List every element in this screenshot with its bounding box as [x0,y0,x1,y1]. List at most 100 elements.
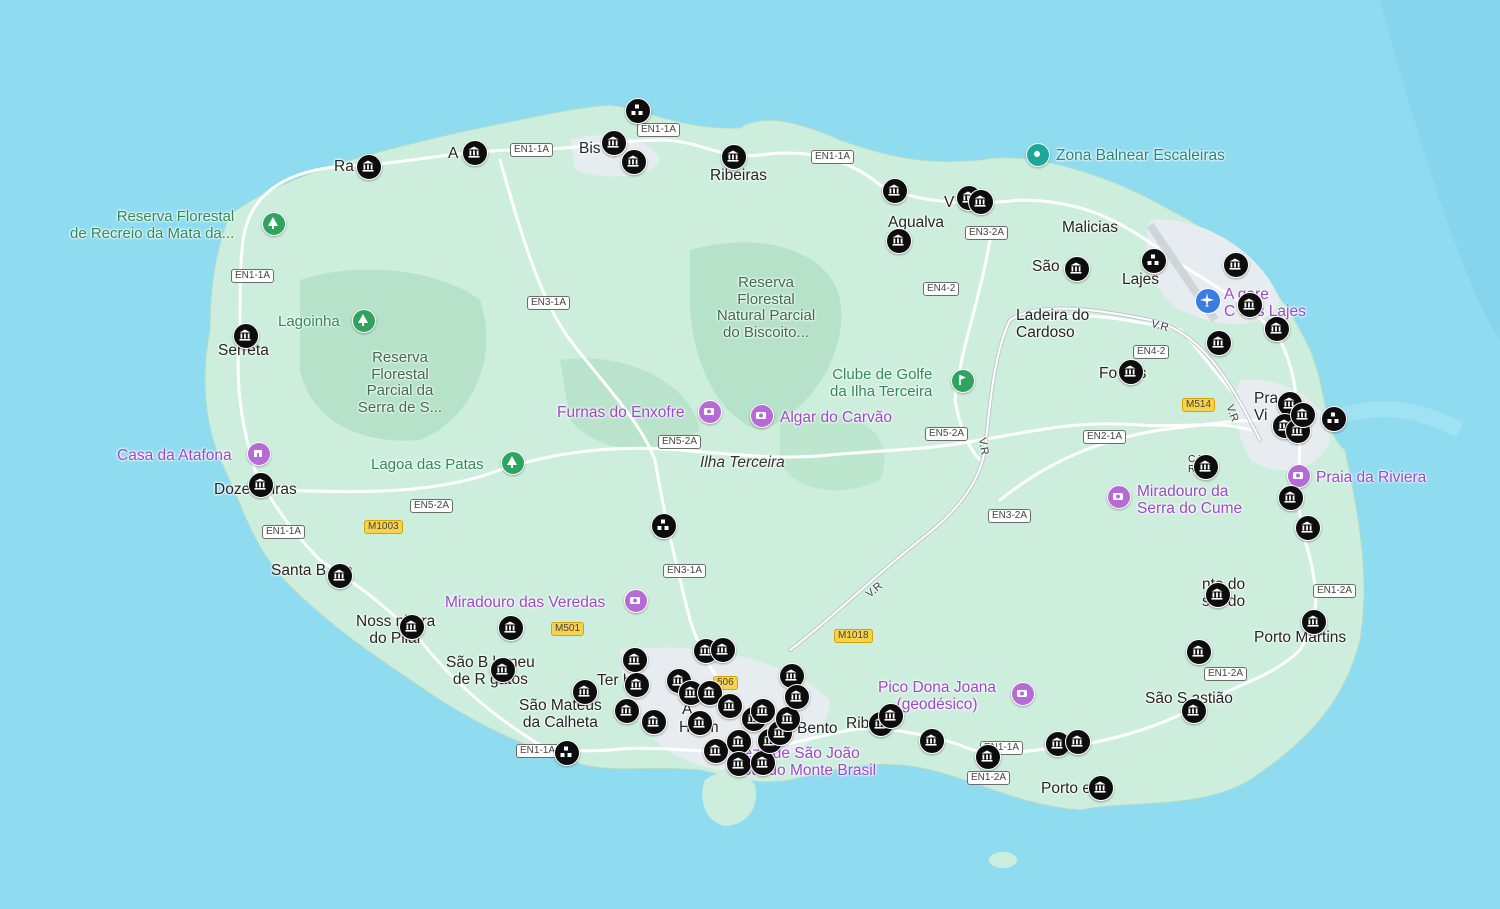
museum-icon[interactable] [248,472,274,498]
camera-icon[interactable] [1107,485,1131,509]
label-serra-santa-barbara[interactable]: Reserva Florestal Parcial da Serra de S.… [352,349,448,416]
museum-icon[interactable] [1278,485,1304,511]
fort-icon[interactable] [625,98,651,124]
label-mata-serreta[interactable]: Reserva Florestal de Recreio da Mata da.… [70,208,234,242]
museum-icon[interactable] [572,679,598,705]
label-line: Ribeiras [710,166,767,184]
pin-dot-icon[interactable] [1026,143,1050,167]
town-ladeira-cardoso[interactable]: Ladeira do Cardoso [1016,307,1090,341]
museum-icon[interactable] [717,693,743,719]
fort-icon[interactable] [554,740,580,766]
airplane-icon[interactable] [1195,288,1221,314]
road-shield-municipal: M1003 [364,520,403,534]
museum-icon[interactable] [1295,515,1321,541]
museum-icon[interactable] [1237,292,1263,318]
label-biscoito-reserve[interactable]: Reserva Florestal Natural Parcial do Bis… [706,274,826,341]
label-algar-carvao[interactable]: Algar do Carvão [780,409,892,427]
museum-icon[interactable] [968,189,994,215]
tree-icon[interactable] [352,309,376,333]
museum-icon[interactable] [750,750,776,776]
label-zona-balnear[interactable]: Zona Balnear Escaleiras [1056,147,1225,165]
museum-icon[interactable] [1301,609,1327,635]
museum-icon[interactable] [710,637,736,663]
museum-icon[interactable] [1118,359,1144,385]
label-lagoinha[interactable]: Lagoinha [278,313,340,331]
map-canvas[interactable]: Reserva Florestal de Recreio da Mata da.… [0,0,1500,909]
road-shield: EN3-1A [663,564,707,578]
museum-icon[interactable] [621,149,647,175]
museum-icon[interactable] [1193,454,1219,480]
museum-icon[interactable] [882,178,908,204]
museum-icon[interactable] [490,657,516,683]
camera-icon[interactable] [624,589,648,613]
label-furnas-enxofre[interactable]: Furnas do Enxofre [557,404,685,422]
museum-icon[interactable] [1206,330,1232,356]
museum-icon[interactable] [356,154,382,180]
town-sao-bento[interactable]: Bento [797,720,838,738]
road-shield: EN1-2A [1313,584,1357,598]
label-clube-golfe[interactable]: Clube de Golfe da Ilha Terceira [830,366,933,400]
road-shield: EN4-2 [923,282,960,296]
label-line: Ladeira do [1016,307,1090,324]
museum-icon[interactable] [399,614,425,640]
road-shield: EN5-2A [410,499,454,513]
museum-icon[interactable] [919,728,945,754]
museum-icon[interactable] [878,703,904,729]
label-line: Clube de Golfe [832,366,933,383]
camera-icon[interactable] [750,404,774,428]
fort-icon[interactable] [651,513,677,539]
museum-icon[interactable] [1290,402,1316,428]
museum-icon[interactable] [327,563,353,589]
museum-icon[interactable] [1264,316,1290,342]
museum-icon[interactable] [498,615,524,641]
camera-icon[interactable] [698,400,722,424]
museum-icon[interactable] [462,140,488,166]
museum-icon[interactable] [1064,256,1090,282]
fort-icon[interactable] [1321,406,1347,432]
label-lagoa-patas[interactable]: Lagoa das Patas [371,456,484,474]
museum-icon[interactable] [1065,729,1091,755]
label-miradouro-veredas[interactable]: Miradouro das Veredas [445,594,605,612]
museum-icon[interactable] [641,709,667,735]
golf-icon[interactable] [951,369,975,393]
road-shield: EN4-2 [1133,345,1170,359]
museum-icon[interactable] [1181,698,1207,724]
museum-icon[interactable] [614,698,640,724]
museum-icon[interactable] [622,647,648,673]
museum-icon[interactable] [726,751,752,777]
road-shield: EN1-1A [262,525,306,539]
museum-icon[interactable] [687,710,713,736]
town-lajes[interactable]: Lajes [1122,271,1159,289]
museum-icon[interactable] [750,698,776,724]
museum-icon[interactable] [1223,252,1249,278]
camera-icon[interactable] [1011,682,1035,706]
tree-icon[interactable] [501,451,525,475]
label-praia-riviera[interactable]: Praia da Riviera [1316,469,1426,487]
museum-icon[interactable] [1205,582,1231,608]
road-shield: EN1-1A [231,269,275,283]
museum-icon[interactable] [601,130,627,156]
museum-icon[interactable] [721,144,747,170]
road-shield: EN5-2A [658,435,702,449]
label-line: Miradouro da [1137,483,1229,500]
museum-icon[interactable] [975,744,1001,770]
town-porto-martins[interactable]: Porto Martins [1254,629,1346,647]
label-line: Serra do Cume [1137,499,1243,517]
museum-icon[interactable] [784,684,810,710]
road-shield: EN3-2A [988,509,1032,523]
fort-icon[interactable] [1141,248,1167,274]
museum-icon[interactable] [233,323,259,349]
tree-icon[interactable] [262,212,286,236]
museum-icon[interactable] [886,228,912,254]
label-line: Parcial da [366,382,434,399]
museum-icon[interactable] [1088,775,1114,801]
road-shield: EN3-1A [527,296,571,310]
label-line: Reserva [372,349,428,366]
landmark-icon[interactable] [247,442,271,466]
label-casa-atafona[interactable]: Casa da Atafona [117,447,232,465]
museum-icon[interactable] [624,672,650,698]
label-line: Reserva [738,274,794,291]
museum-icon[interactable] [1186,639,1212,665]
town-malicias[interactable]: Malicias [1062,219,1118,237]
label-miradouro-cume[interactable]: Miradouro da Serra do Cume [1137,483,1243,517]
